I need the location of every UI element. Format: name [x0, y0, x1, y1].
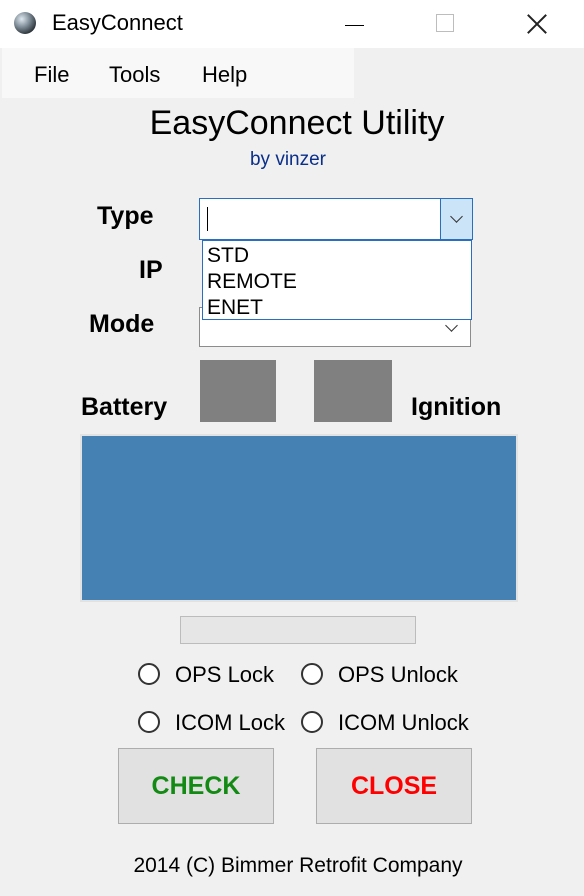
option-enet[interactable]: ENET — [207, 296, 263, 320]
option-std[interactable]: STD — [207, 244, 249, 268]
app-subtitle: by vinzer — [249, 149, 327, 170]
radio-circle — [301, 663, 323, 685]
app-title: EasyConnect Utility — [149, 104, 445, 142]
ops-unlock-label: OPS Unlock — [338, 662, 458, 687]
menu-file[interactable]: File — [34, 62, 69, 88]
globe-icon — [14, 12, 36, 34]
type-label: Type — [97, 202, 154, 230]
ops-lock-label: OPS Lock — [175, 662, 275, 687]
ignition-label: Ignition — [411, 393, 502, 421]
radio-circle — [138, 663, 160, 685]
option-remote[interactable]: REMOTE — [207, 270, 297, 294]
type-dropdown-list: STD REMOTE ENET — [202, 240, 472, 320]
icom-unlock-label: ICOM Unlock — [338, 710, 469, 735]
text-caret — [207, 207, 208, 231]
close-button[interactable]: CLOSE — [316, 748, 472, 824]
check-button[interactable]: CHECK — [118, 748, 274, 824]
chevron-down-icon — [445, 319, 458, 332]
type-select[interactable] — [199, 198, 473, 240]
window-title: EasyConnect — [52, 10, 183, 35]
radio-circle — [138, 711, 160, 733]
menu-tools[interactable]: Tools — [109, 62, 160, 88]
radio-circle — [301, 711, 323, 733]
menu-help[interactable]: Help — [202, 62, 247, 88]
ignition-indicator — [314, 360, 392, 422]
menu-bar: File Tools Help — [2, 48, 354, 98]
icom-lock-label: ICOM Lock — [175, 710, 286, 735]
mode-label: Mode — [89, 310, 155, 338]
battery-label: Battery — [81, 393, 168, 421]
ip-label: IP — [139, 256, 163, 284]
title-bar[interactable]: EasyConnect — [0, 0, 584, 48]
log-panel[interactable] — [80, 434, 518, 602]
close-icon[interactable] — [512, 0, 562, 48]
type-dropdown-button[interactable] — [440, 199, 472, 239]
battery-indicator — [200, 360, 276, 422]
progress-bar — [180, 616, 416, 644]
maximize-icon[interactable] — [420, 0, 470, 48]
copyright-text: 2014 (C) Bimmer Retrofit Company — [133, 854, 463, 877]
minimize-icon[interactable] — [330, 0, 380, 48]
chevron-down-icon — [450, 210, 463, 223]
